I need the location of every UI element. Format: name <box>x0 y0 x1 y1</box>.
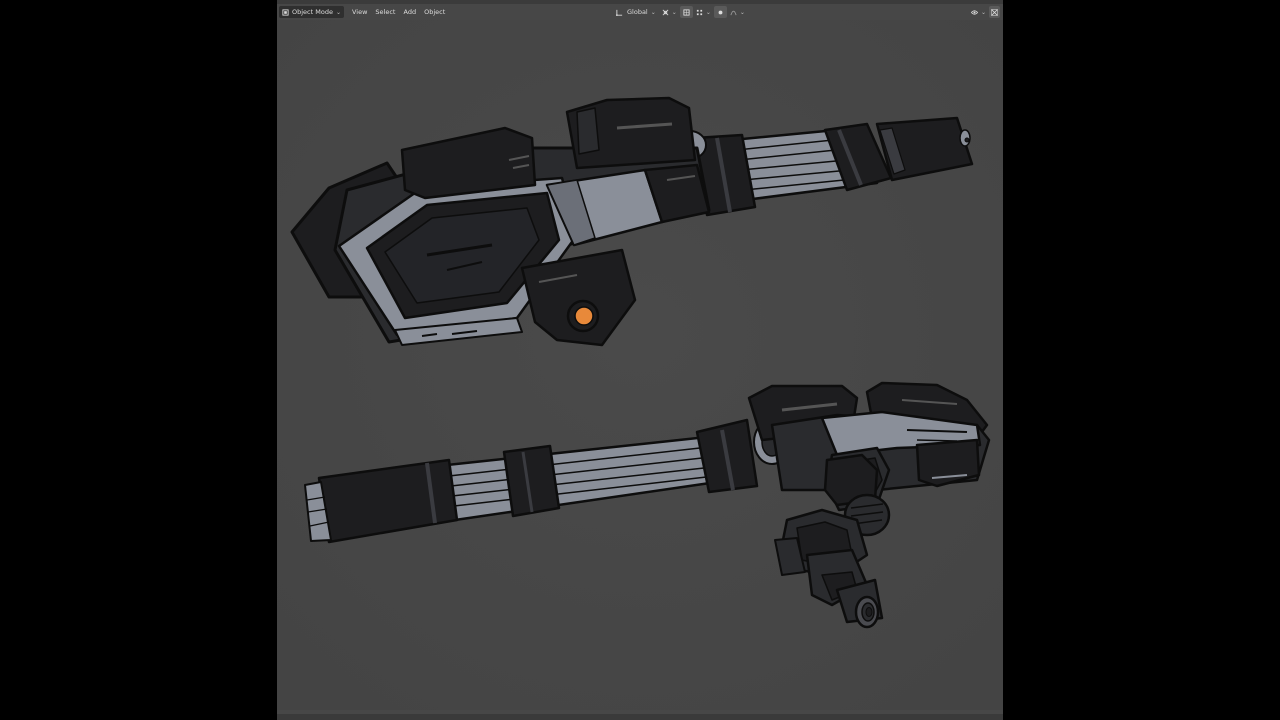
pivot-dropdown[interactable]: ⌄ <box>659 6 680 18</box>
menu-select[interactable]: Select <box>371 6 399 18</box>
viewport-bottom-strip <box>277 714 1003 720</box>
chevron-down-icon: ⌄ <box>671 8 677 16</box>
menu-view[interactable]: View <box>348 6 371 18</box>
orientation-icon <box>616 9 623 16</box>
pivot-icon <box>662 9 669 15</box>
object-mode-icon <box>282 8 289 16</box>
chevron-down-icon: ⌄ <box>705 8 711 16</box>
menu-add[interactable]: Add <box>399 6 420 18</box>
falloff-dropdown[interactable]: ⌄ <box>727 6 748 18</box>
viewport-header: Object Mode ⌄ View Select Add Object Glo… <box>277 4 1003 20</box>
mode-label: Object Mode <box>292 8 333 16</box>
menu-object[interactable]: Object <box>420 6 449 18</box>
visibility-icon <box>970 9 978 15</box>
snap-icon <box>683 8 690 16</box>
3d-viewport[interactable]: Object Mode ⌄ View Select Add Object Glo… <box>277 0 1003 720</box>
gizmo-toggle[interactable] <box>989 6 1000 18</box>
chevron-down-icon: ⌄ <box>650 8 656 16</box>
snap-toggle[interactable] <box>679 6 693 18</box>
orientation-label: Global <box>627 8 648 16</box>
snap-target-dropdown[interactable]: ⌄ <box>693 6 714 18</box>
snap-target-icon <box>696 9 702 15</box>
proportional-edit-toggle[interactable] <box>713 6 727 18</box>
visibility-dropdown[interactable]: ⌄ <box>968 6 989 18</box>
chevron-down-icon: ⌄ <box>335 8 341 16</box>
gizmo-icon <box>991 8 998 16</box>
falloff-icon <box>730 10 737 15</box>
orientation-dropdown[interactable]: Global ⌄ <box>613 6 659 18</box>
mode-dropdown[interactable]: Object Mode ⌄ <box>279 6 344 18</box>
chevron-down-icon: ⌄ <box>739 8 745 16</box>
chevron-down-icon: ⌄ <box>980 8 986 16</box>
orange-lens <box>574 306 594 326</box>
proportional-edit-icon <box>718 10 723 14</box>
scene-render[interactable] <box>277 20 1003 710</box>
